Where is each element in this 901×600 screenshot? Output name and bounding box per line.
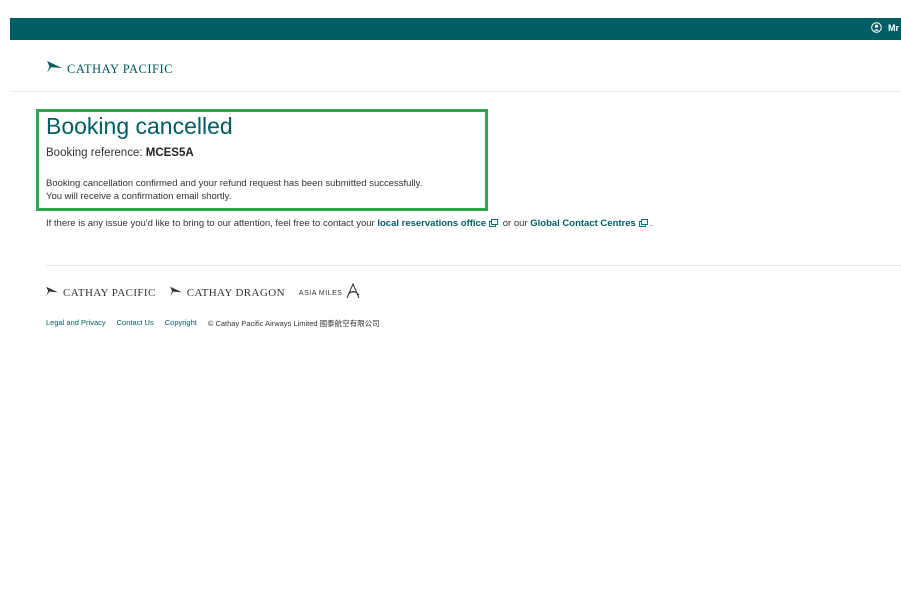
user-name: Mr	[888, 22, 899, 33]
brushwing-logo-icon	[46, 284, 59, 302]
contact-info: If there is any issue you'd like to brin…	[46, 218, 652, 229]
brushwing-logo-icon	[47, 60, 63, 79]
footer-links: Legal and Privacy Contact Us Copyright ©…	[46, 318, 380, 329]
global-contact-centres-link[interactable]: Global Contact Centres	[530, 218, 636, 229]
copyright-link[interactable]: Copyright	[165, 318, 197, 329]
local-reservations-office-link[interactable]: local reservations office	[377, 218, 486, 229]
footer-divider	[46, 265, 901, 266]
confirmation-message: Booking cancellation confirmed and your …	[46, 177, 486, 203]
external-link-icon	[489, 219, 499, 228]
page-title: Booking cancelled	[46, 113, 233, 139]
legal-and-privacy-link[interactable]: Legal and Privacy	[46, 318, 106, 329]
cathay-dragon-footer-logo[interactable]: CATHAY DRAGON	[169, 284, 285, 302]
brand-cathay-dragon: CATHAY DRAGON	[186, 287, 285, 299]
confirmation-line-1: Booking cancellation confirmed and your …	[46, 178, 423, 189]
brushwing-logo-icon	[169, 284, 183, 302]
top-bar: Mr	[10, 18, 901, 40]
cathay-pacific-logo[interactable]: CATHAY PACIFIC	[47, 60, 173, 79]
contact-us-link[interactable]: Contact Us	[117, 318, 154, 329]
user-menu[interactable]: Mr	[871, 22, 899, 33]
contact-middle: or our	[502, 218, 528, 229]
booking-reference-value: MCES5A	[145, 147, 194, 159]
cathay-pacific-footer-logo[interactable]: CATHAY PACIFIC	[46, 284, 156, 302]
confirmation-line-2: You will receive a confirmation email sh…	[46, 191, 232, 202]
footer-brand-logos: CATHAY PACIFIC CATHAY DRAGON ASIA MILES	[46, 282, 361, 303]
contact-suffix: .	[649, 218, 653, 229]
copyright-notice: © Cathay Pacific Airways Limited 國泰航空有限公…	[207, 319, 380, 328]
contact-prefix: If there is any issue you'd like to brin…	[46, 218, 375, 229]
user-icon	[871, 22, 882, 33]
asia-miles-mark-icon	[346, 282, 360, 303]
header-divider	[10, 91, 901, 92]
external-link-icon	[638, 219, 648, 228]
brand-asia-miles: ASIA MILES	[298, 289, 343, 297]
brand-cathay-pacific: CATHAY PACIFIC	[63, 287, 156, 299]
booking-reference: Booking reference: MCES5A	[46, 147, 194, 159]
asia-miles-footer-logo[interactable]: ASIA MILES	[298, 282, 361, 303]
booking-reference-label: Booking reference:	[46, 147, 143, 159]
logo-text: CATHAY PACIFIC	[67, 62, 173, 76]
